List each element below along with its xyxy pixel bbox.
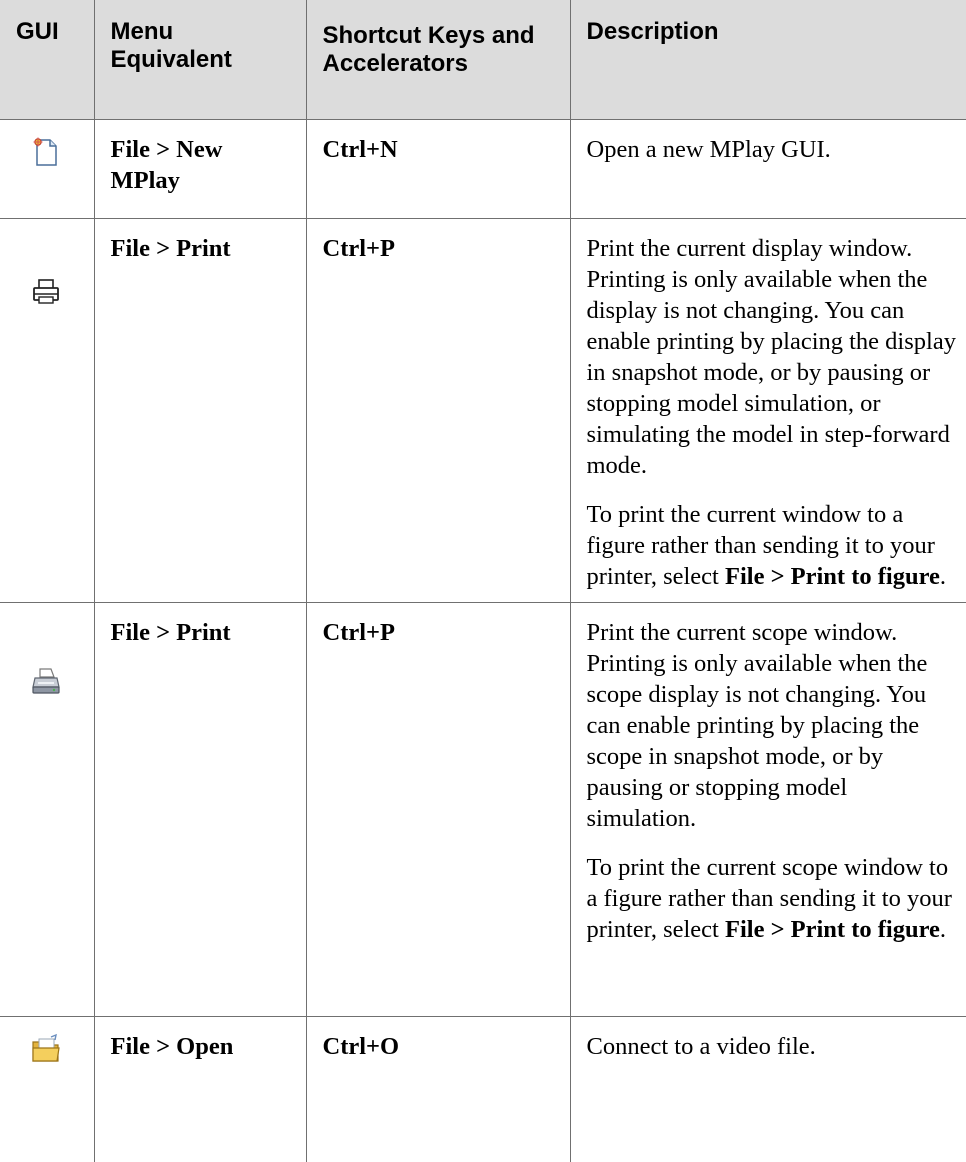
menu-equivalent-cell: File > Print bbox=[93, 602, 306, 1017]
table-row: File > Print Ctrl+P Print the current di… bbox=[0, 218, 966, 603]
gui-cell bbox=[0, 218, 94, 603]
table-row: File > New MPlay Ctrl+N Open a new MPlay… bbox=[0, 119, 966, 219]
table-header-row: GUI Menu Equivalent Shortcut Keys and Ac… bbox=[0, 0, 966, 120]
gui-cell bbox=[0, 1016, 94, 1162]
menu-equivalent-cell: File > Print bbox=[93, 218, 306, 603]
description-cell: Print the current scope window. Printing… bbox=[569, 602, 966, 1017]
description-text: To print the current scope window to a f… bbox=[587, 852, 959, 945]
shortcut-cell: Ctrl+P bbox=[305, 218, 570, 603]
description-text-part: . bbox=[939, 562, 947, 590]
description-text: Print the current display window. Printi… bbox=[586, 234, 956, 479]
new-document-icon bbox=[33, 137, 57, 166]
header-description: Description bbox=[569, 0, 966, 120]
description-cell: Connect to a video file. bbox=[569, 1016, 966, 1162]
shortcut-cell: Ctrl+N bbox=[305, 119, 570, 219]
shortcut-table: GUI Menu Equivalent Shortcut Keys and Ac… bbox=[0, 0, 966, 1162]
menu-equivalent-cell: File > New MPlay bbox=[93, 119, 306, 219]
description-cell: Print the current display window. Printi… bbox=[569, 218, 966, 603]
description-text: Open a new MPlay GUI. bbox=[586, 135, 831, 163]
menu-equivalent-cell: File > Open bbox=[93, 1016, 306, 1162]
menu-path-reference: File > Print to figure bbox=[724, 562, 940, 590]
description-text: To print the current window to a figure … bbox=[587, 499, 959, 592]
header-menu-equivalent: Menu Equivalent bbox=[93, 0, 306, 120]
table-row: File > Open Ctrl+O Connect to a video fi… bbox=[0, 1016, 966, 1162]
menu-path-reference: File > Print to figure bbox=[724, 915, 940, 943]
printer-icon bbox=[32, 667, 60, 694]
description-text-part: . bbox=[939, 915, 947, 943]
gui-cell bbox=[0, 119, 94, 219]
header-gui: GUI bbox=[0, 0, 94, 120]
gui-cell bbox=[0, 602, 94, 1017]
shortcut-cell: Ctrl+P bbox=[305, 602, 570, 1017]
shortcut-cell: Ctrl+O bbox=[305, 1016, 570, 1162]
description-text: Print the current scope window. Printing… bbox=[586, 618, 928, 832]
description-text: Connect to a video file. bbox=[586, 1032, 816, 1060]
description-cell: Open a new MPlay GUI. bbox=[569, 119, 966, 219]
table-row: File > Print Ctrl+P Print the current sc… bbox=[0, 602, 966, 1017]
header-shortcut-keys: Shortcut Keys and Accelerators bbox=[305, 0, 570, 120]
print-icon bbox=[33, 278, 59, 304]
open-folder-icon bbox=[32, 1033, 60, 1062]
